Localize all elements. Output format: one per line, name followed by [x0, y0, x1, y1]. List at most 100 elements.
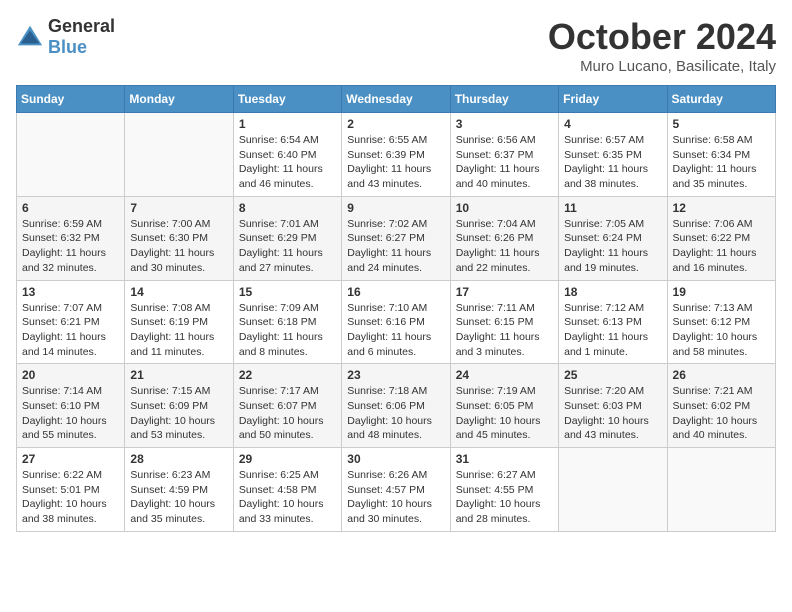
sunset-text: Sunset: 6:06 PM: [347, 400, 425, 412]
sunrise-text: Sunrise: 6:56 AM: [456, 134, 536, 146]
day-number: 23: [347, 368, 444, 382]
sunrise-text: Sunrise: 7:01 AM: [239, 218, 319, 230]
calendar-week-row: 27 Sunrise: 6:22 AM Sunset: 5:01 PM Dayl…: [17, 448, 776, 532]
title-area: October 2024 Muro Lucano, Basilicate, It…: [548, 16, 776, 75]
sunrise-text: Sunrise: 6:54 AM: [239, 134, 319, 146]
sunrise-text: Sunrise: 7:15 AM: [130, 385, 210, 397]
sunrise-text: Sunrise: 7:18 AM: [347, 385, 427, 397]
day-number: 27: [22, 452, 119, 466]
sunrise-text: Sunrise: 7:17 AM: [239, 385, 319, 397]
sunrise-text: Sunrise: 7:11 AM: [456, 302, 535, 314]
logo-general: General: [48, 16, 115, 37]
calendar-week-row: 20 Sunrise: 7:14 AM Sunset: 6:10 PM Dayl…: [17, 364, 776, 448]
calendar-cell: [17, 113, 125, 197]
calendar-cell: 14 Sunrise: 7:08 AM Sunset: 6:19 PM Dayl…: [125, 280, 233, 364]
sunset-text: Sunset: 4:58 PM: [239, 484, 317, 496]
location-subtitle: Muro Lucano, Basilicate, Italy: [548, 58, 776, 75]
sunrise-text: Sunrise: 7:02 AM: [347, 218, 427, 230]
sunset-text: Sunset: 6:37 PM: [456, 149, 534, 161]
calendar-cell: 12 Sunrise: 7:06 AM Sunset: 6:22 PM Dayl…: [667, 196, 775, 280]
calendar-week-row: 13 Sunrise: 7:07 AM Sunset: 6:21 PM Dayl…: [17, 280, 776, 364]
weekday-header: Sunday: [17, 86, 125, 113]
day-number: 12: [673, 201, 770, 215]
sunrise-text: Sunrise: 6:59 AM: [22, 218, 102, 230]
day-number: 24: [456, 368, 553, 382]
calendar-cell: 11 Sunrise: 7:05 AM Sunset: 6:24 PM Dayl…: [559, 196, 667, 280]
day-number: 8: [239, 201, 336, 215]
weekday-header: Thursday: [450, 86, 558, 113]
sunset-text: Sunset: 6:32 PM: [22, 232, 100, 244]
daylight-text: Daylight: 11 hours and 40 minutes.: [456, 163, 540, 190]
daylight-text: Daylight: 11 hours and 19 minutes.: [564, 247, 648, 274]
day-number: 1: [239, 117, 336, 131]
weekday-header-row: SundayMondayTuesdayWednesdayThursdayFrid…: [17, 86, 776, 113]
sunset-text: Sunset: 6:34 PM: [673, 149, 751, 161]
calendar-cell: 8 Sunrise: 7:01 AM Sunset: 6:29 PM Dayli…: [233, 196, 341, 280]
sunrise-text: Sunrise: 7:10 AM: [347, 302, 427, 314]
daylight-text: Daylight: 10 hours and 58 minutes.: [673, 331, 758, 358]
day-number: 30: [347, 452, 444, 466]
daylight-text: Daylight: 10 hours and 50 minutes.: [239, 415, 324, 442]
sunrise-text: Sunrise: 6:26 AM: [347, 469, 427, 481]
daylight-text: Daylight: 10 hours and 55 minutes.: [22, 415, 107, 442]
sunrise-text: Sunrise: 6:23 AM: [130, 469, 210, 481]
day-number: 22: [239, 368, 336, 382]
daylight-text: Daylight: 11 hours and 30 minutes.: [130, 247, 214, 274]
sunrise-text: Sunrise: 7:09 AM: [239, 302, 319, 314]
calendar-cell: 13 Sunrise: 7:07 AM Sunset: 6:21 PM Dayl…: [17, 280, 125, 364]
sunset-text: Sunset: 6:40 PM: [239, 149, 317, 161]
day-number: 7: [130, 201, 227, 215]
calendar-cell: [125, 113, 233, 197]
day-number: 3: [456, 117, 553, 131]
daylight-text: Daylight: 11 hours and 38 minutes.: [564, 163, 648, 190]
day-number: 31: [456, 452, 553, 466]
sunrise-text: Sunrise: 7:20 AM: [564, 385, 644, 397]
calendar-cell: 26 Sunrise: 7:21 AM Sunset: 6:02 PM Dayl…: [667, 364, 775, 448]
daylight-text: Daylight: 10 hours and 40 minutes.: [673, 415, 758, 442]
calendar-cell: 19 Sunrise: 7:13 AM Sunset: 6:12 PM Dayl…: [667, 280, 775, 364]
daylight-text: Daylight: 11 hours and 24 minutes.: [347, 247, 431, 274]
calendar-cell: 28 Sunrise: 6:23 AM Sunset: 4:59 PM Dayl…: [125, 448, 233, 532]
sunrise-text: Sunrise: 6:58 AM: [673, 134, 753, 146]
daylight-text: Daylight: 10 hours and 43 minutes.: [564, 415, 649, 442]
sunrise-text: Sunrise: 6:57 AM: [564, 134, 644, 146]
daylight-text: Daylight: 11 hours and 43 minutes.: [347, 163, 431, 190]
day-number: 28: [130, 452, 227, 466]
daylight-text: Daylight: 10 hours and 30 minutes.: [347, 498, 432, 525]
sunrise-text: Sunrise: 7:13 AM: [673, 302, 753, 314]
calendar-cell: 2 Sunrise: 6:55 AM Sunset: 6:39 PM Dayli…: [342, 113, 450, 197]
weekday-header: Monday: [125, 86, 233, 113]
sunset-text: Sunset: 6:19 PM: [130, 316, 208, 328]
sunset-text: Sunset: 6:21 PM: [22, 316, 100, 328]
logo: General Blue: [16, 16, 115, 58]
calendar-cell: 15 Sunrise: 7:09 AM Sunset: 6:18 PM Dayl…: [233, 280, 341, 364]
daylight-text: Daylight: 11 hours and 32 minutes.: [22, 247, 106, 274]
sunset-text: Sunset: 6:13 PM: [564, 316, 642, 328]
sunrise-text: Sunrise: 6:27 AM: [456, 469, 536, 481]
day-number: 19: [673, 285, 770, 299]
calendar-cell: 17 Sunrise: 7:11 AM Sunset: 6:15 PM Dayl…: [450, 280, 558, 364]
calendar-cell: 18 Sunrise: 7:12 AM Sunset: 6:13 PM Dayl…: [559, 280, 667, 364]
day-number: 20: [22, 368, 119, 382]
sunset-text: Sunset: 6:30 PM: [130, 232, 208, 244]
sunset-text: Sunset: 6:03 PM: [564, 400, 642, 412]
calendar-cell: 7 Sunrise: 7:00 AM Sunset: 6:30 PM Dayli…: [125, 196, 233, 280]
sunrise-text: Sunrise: 7:05 AM: [564, 218, 644, 230]
day-number: 21: [130, 368, 227, 382]
day-number: 5: [673, 117, 770, 131]
calendar-cell: 5 Sunrise: 6:58 AM Sunset: 6:34 PM Dayli…: [667, 113, 775, 197]
daylight-text: Daylight: 11 hours and 16 minutes.: [673, 247, 757, 274]
day-number: 17: [456, 285, 553, 299]
calendar-cell: 30 Sunrise: 6:26 AM Sunset: 4:57 PM Dayl…: [342, 448, 450, 532]
day-number: 13: [22, 285, 119, 299]
calendar-cell: 22 Sunrise: 7:17 AM Sunset: 6:07 PM Dayl…: [233, 364, 341, 448]
sunset-text: Sunset: 6:22 PM: [673, 232, 751, 244]
calendar-cell: 9 Sunrise: 7:02 AM Sunset: 6:27 PM Dayli…: [342, 196, 450, 280]
sunrise-text: Sunrise: 7:14 AM: [22, 385, 102, 397]
day-number: 2: [347, 117, 444, 131]
calendar-table: SundayMondayTuesdayWednesdayThursdayFrid…: [16, 85, 776, 532]
sunrise-text: Sunrise: 7:08 AM: [130, 302, 210, 314]
day-number: 18: [564, 285, 661, 299]
daylight-text: Daylight: 11 hours and 6 minutes.: [347, 331, 431, 358]
daylight-text: Daylight: 11 hours and 3 minutes.: [456, 331, 540, 358]
